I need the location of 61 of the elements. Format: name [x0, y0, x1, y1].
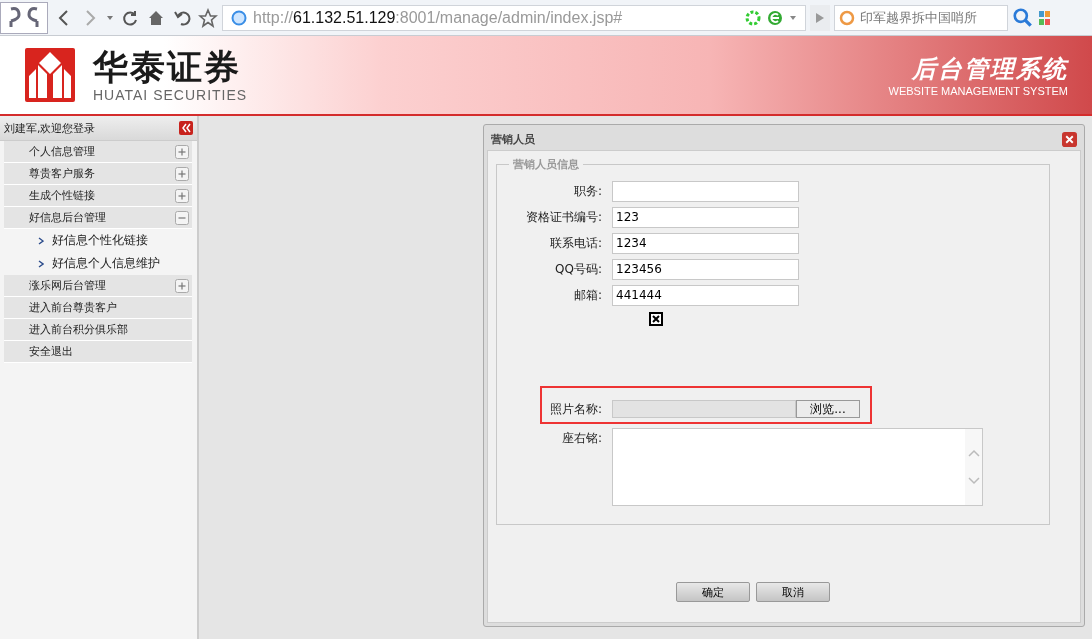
system-title: 后台管理系统 — [912, 54, 1068, 85]
apps-icon[interactable] — [1038, 9, 1050, 26]
field-label: 联系电话: — [548, 234, 603, 252]
globe-icon — [231, 9, 247, 26]
menu-item[interactable]: 进入前台尊贵客户 — [4, 297, 192, 319]
submenu-link[interactable]: 好信息个性化链接 — [52, 232, 148, 249]
url-text: http://61.132.51.129:8001/manage/admin/index.jsp# — [253, 8, 624, 27]
input-field[interactable]: 123 — [612, 206, 799, 228]
file-input-field[interactable] — [612, 400, 796, 418]
field-label: 照片名称: — [548, 400, 603, 418]
field-label: 资格证书编号: — [524, 208, 603, 226]
search-engine-icon — [839, 9, 855, 26]
brand-name: 华泰证券 — [93, 47, 242, 87]
plus-icon[interactable] — [175, 188, 189, 203]
menu-item[interactable]: 安全退出 — [4, 341, 192, 363]
field-label: QQ号码: — [554, 260, 603, 278]
field-label: 职务: — [572, 182, 603, 200]
plus-icon[interactable] — [175, 166, 189, 181]
input-field[interactable] — [612, 180, 799, 202]
menu-item[interactable]: 好信息后台管理 — [4, 207, 192, 229]
search-icon[interactable] — [1012, 6, 1034, 29]
plus-icon[interactable] — [175, 278, 189, 293]
section-legend: 营销人员信息 — [509, 157, 583, 172]
shield-icon[interactable] — [745, 9, 761, 26]
menu-item[interactable]: 生成个性链接 — [4, 185, 192, 207]
field-label: 座右铭: — [560, 430, 603, 447]
address-bar[interactable]: http://61.132.51.129:8001/manage/admin/index.jsp# — [222, 4, 806, 31]
dialog-button[interactable]: 取消 — [756, 582, 830, 602]
menu-item[interactable]: 个人信息管理 — [4, 141, 192, 163]
scroll-down-icon[interactable] — [967, 477, 980, 485]
system-subtitle: WEBSITE MANAGEMENT SYSTEM — [888, 85, 1068, 97]
textarea-field[interactable] — [612, 428, 983, 506]
dropdown-caret-icon[interactable] — [106, 13, 114, 22]
menu-item[interactable]: 进入前台积分俱乐部 — [4, 319, 192, 341]
browse-button[interactable]: 浏览... — [796, 400, 860, 418]
menu-item[interactable]: 涨乐网后台管理 — [4, 275, 192, 297]
bullet-icon — [38, 236, 44, 245]
input-field[interactable]: 441444 — [612, 284, 799, 306]
close-icon[interactable] — [1062, 131, 1077, 147]
dialog-title: 营销人员 — [491, 131, 535, 147]
welcome-text: 刘建军,欢迎您登录 — [4, 120, 96, 136]
broken-image-icon — [649, 312, 663, 326]
dialog-button[interactable]: 确定 — [676, 582, 750, 602]
e-logo-icon[interactable] — [767, 9, 783, 26]
scroll-up-icon[interactable] — [967, 449, 980, 457]
app-icon[interactable] — [0, 1, 48, 34]
input-field[interactable]: 1234 — [612, 232, 799, 254]
input-field[interactable]: 123456 — [612, 258, 799, 280]
bullet-icon — [38, 259, 44, 268]
star-icon[interactable] — [198, 7, 218, 28]
field-label: 邮箱: — [572, 286, 603, 304]
dropdown-caret-icon[interactable] — [789, 13, 797, 22]
minus-icon[interactable] — [175, 210, 189, 225]
menu-item[interactable]: 尊贵客户服务 — [4, 163, 192, 185]
submenu-link[interactable]: 好信息个人信息维护 — [52, 255, 160, 272]
brand-subtitle: HUATAI SECURITIES — [93, 87, 248, 103]
search-field[interactable]: 印军越界拆中国哨所 — [834, 4, 1008, 31]
go-icon[interactable] — [810, 4, 830, 31]
collapse-icon[interactable] — [179, 121, 193, 135]
plus-icon[interactable] — [175, 144, 189, 159]
logo-icon — [25, 48, 75, 102]
